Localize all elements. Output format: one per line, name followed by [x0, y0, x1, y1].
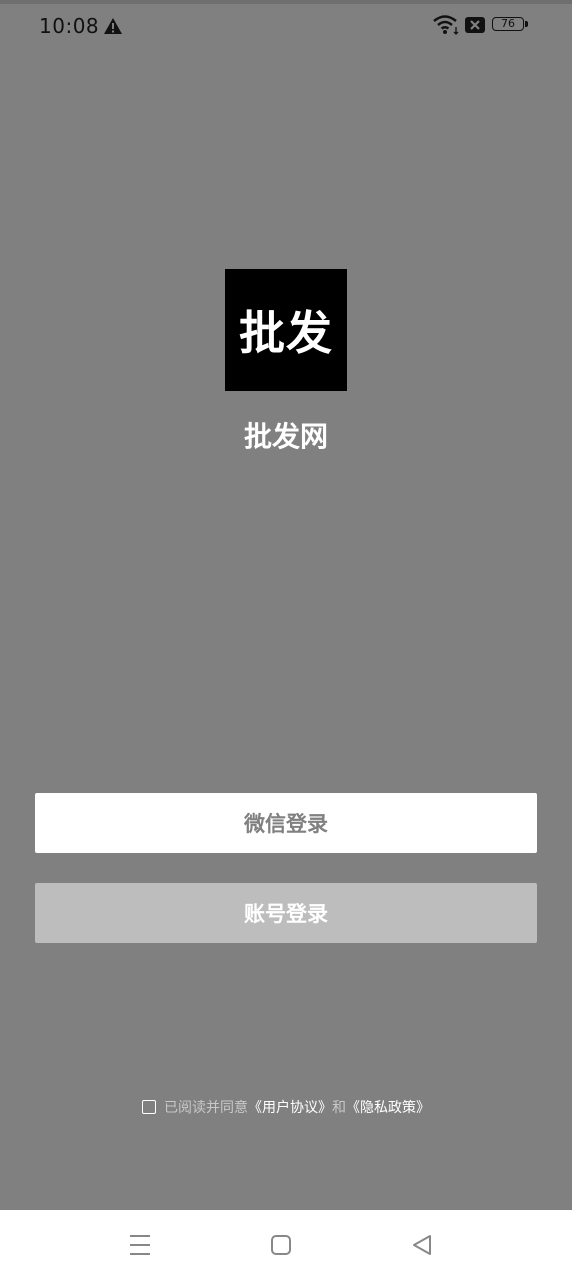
privacy-policy-link[interactable]: 《隐私政策》: [346, 1097, 430, 1117]
logo-text: 批发: [239, 306, 333, 360]
agreement-row: 已阅读并同意 《用户协议》 和 《隐私政策》: [0, 1096, 572, 1118]
menu-icon[interactable]: [125, 1230, 155, 1260]
back-icon[interactable]: [407, 1230, 437, 1260]
user-agreement-link[interactable]: 《用户协议》: [248, 1097, 332, 1117]
no-sim-icon: [465, 17, 485, 37]
agree-checkbox[interactable]: [142, 1100, 156, 1114]
system-nav-bar: [0, 1210, 572, 1280]
battery-indicator: 76: [492, 17, 528, 31]
wifi-icon: [433, 15, 459, 39]
status-time: 10:08: [39, 14, 100, 38]
app-logo: 批发: [225, 269, 347, 391]
home-icon[interactable]: [266, 1230, 296, 1260]
alert-triangle-icon: [104, 18, 122, 38]
agreement-and: 和: [332, 1100, 346, 1116]
account-login-button[interactable]: 账号登录: [35, 883, 537, 943]
agreement-prefix: 已阅读并同意: [164, 1100, 248, 1116]
wechat-login-button[interactable]: 微信登录: [35, 793, 537, 853]
status-bar: 10:08 76: [0, 4, 572, 48]
app-name: 批发网: [243, 420, 328, 453]
